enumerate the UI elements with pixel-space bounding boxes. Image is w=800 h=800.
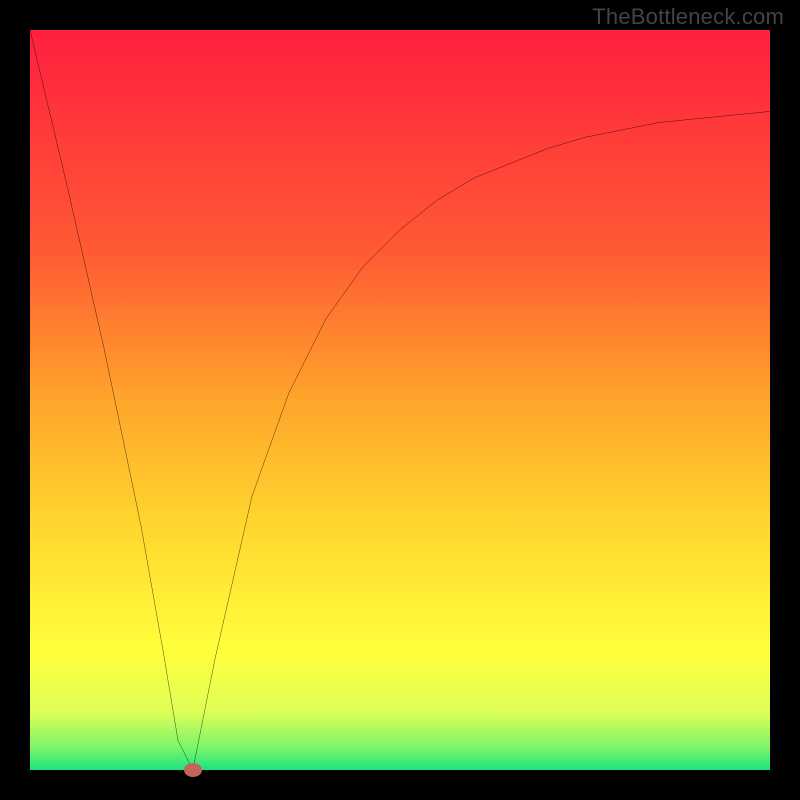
plot-area [30,30,770,770]
chart-frame: TheBottleneck.com [0,0,800,800]
watermark-text: TheBottleneck.com [592,4,784,30]
bottleneck-marker [184,763,202,777]
bottleneck-curve [30,30,770,770]
